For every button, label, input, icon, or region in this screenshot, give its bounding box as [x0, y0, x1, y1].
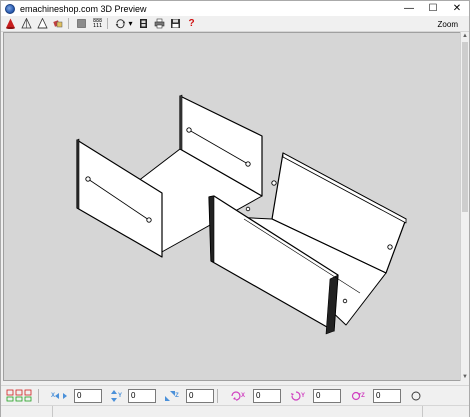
zoom-button[interactable]: Zoom — [435, 18, 461, 30]
preview-window: emachineshop.com 3D Preview — ☐ ✕ 888 11… — [0, 0, 470, 417]
group-separator — [38, 388, 39, 403]
move-x-button[interactable]: X — [46, 389, 72, 403]
reset-group — [401, 387, 423, 405]
materials-view-button[interactable] — [52, 17, 65, 30]
counter-bottom-digits: 111 — [92, 22, 103, 29]
group-separator — [217, 388, 218, 403]
move-y-arrows-icon — [110, 389, 117, 402]
circle-icon — [411, 391, 421, 400]
left-part-back-hole-top — [186, 127, 192, 133]
rotate-z-icon — [352, 391, 362, 400]
left-part-back-wall-edge — [179, 94, 183, 151]
rotate-y-button[interactable]: Y — [285, 389, 311, 403]
rotate-y-input[interactable] — [313, 388, 341, 403]
counter-button[interactable]: 888 111 — [91, 17, 104, 30]
status-pane-main — [1, 406, 53, 417]
rotate-arrows-icon — [115, 19, 126, 29]
maximize-button[interactable]: ☐ — [421, 1, 445, 16]
view-presets-button[interactable] — [5, 389, 35, 403]
window-title: emachineshop.com 3D Preview — [20, 3, 147, 14]
reset-view-button[interactable] — [409, 389, 423, 403]
status-pane-right — [423, 406, 467, 417]
move-z-input[interactable] — [186, 388, 214, 403]
move-z-arrows-icon — [165, 390, 176, 401]
title-bar[interactable]: emachineshop.com 3D Preview — ☐ ✕ — [1, 1, 469, 16]
rotate-z-button[interactable]: Z — [345, 389, 371, 403]
right-part-hole-base-left — [245, 206, 251, 212]
toolbar: 888 111 ▾ ? Zoom — [1, 16, 469, 32]
close-button[interactable]: ✕ — [445, 1, 469, 16]
rotate-z-label: Z — [361, 392, 365, 399]
vertical-scrollbar[interactable]: ▲ ▼ — [460, 32, 469, 381]
rotate-x-icon — [231, 390, 241, 401]
help-button[interactable]: ? — [185, 17, 198, 30]
rotate-z-group: Z — [341, 387, 401, 405]
3d-viewport[interactable] — [3, 32, 461, 381]
left-part-front-hole-top — [85, 176, 91, 182]
left-part-back-hole-bottom — [245, 161, 251, 167]
toolbar-separator — [68, 18, 69, 29]
minimize-button[interactable]: — — [397, 1, 421, 16]
wireframe-cone-icon — [21, 18, 32, 29]
window-controls: — ☐ ✕ — [397, 1, 469, 16]
move-y-label: Y — [117, 392, 122, 399]
hidden-line-cone-icon — [37, 18, 48, 29]
move-y-button[interactable]: Y — [106, 389, 126, 403]
toolbar-separator — [107, 18, 108, 29]
scroll-thumb[interactable] — [462, 42, 468, 212]
rotate-x-label: X — [240, 392, 245, 399]
move-x-input[interactable] — [74, 388, 102, 403]
rotate-button[interactable] — [114, 17, 127, 30]
right-part-front-wall-edge — [208, 195, 215, 263]
rotate-dropdown-button[interactable]: ▾ — [127, 17, 134, 30]
move-z-group: Z — [156, 387, 214, 405]
status-bar — [1, 405, 469, 417]
app-globe-icon[interactable] — [5, 3, 15, 14]
film-strip-icon — [140, 19, 147, 28]
right-part-hole-left — [271, 180, 277, 186]
rotate-z-input[interactable] — [373, 388, 401, 403]
transform-toolbar: X Y Z X — [1, 385, 469, 405]
view-boxes-icon — [6, 389, 32, 402]
rotate-y-group: Y — [281, 387, 341, 405]
move-y-input[interactable] — [128, 388, 156, 403]
move-z-button[interactable]: Z — [160, 389, 184, 403]
move-x-arrows-icon — [55, 392, 67, 399]
wireframe-view-button[interactable] — [20, 17, 33, 30]
3d-model[interactable] — [4, 33, 460, 380]
scroll-down-arrow[interactable]: ▼ — [461, 373, 469, 381]
scroll-up-arrow[interactable]: ▲ — [461, 32, 469, 40]
rotate-x-group: X — [221, 387, 281, 405]
left-part-front-wall-edge — [76, 138, 80, 210]
left-part-front-hole-bottom — [146, 217, 152, 223]
right-part-hole-right — [387, 244, 393, 250]
left-part-front-wall — [76, 139, 163, 258]
save-button[interactable] — [169, 17, 182, 30]
rotate-y-label: Y — [300, 392, 305, 399]
gray-box-icon — [77, 19, 86, 28]
shaded-view-button[interactable] — [4, 17, 17, 30]
status-pane-info — [53, 406, 423, 417]
rotate-x-input[interactable] — [253, 388, 281, 403]
red-cone-icon — [6, 18, 15, 29]
film-button[interactable] — [137, 17, 150, 30]
rotate-y-icon — [290, 390, 301, 401]
move-x-group: X — [42, 387, 102, 405]
gray-box-button[interactable] — [75, 17, 88, 30]
printer-icon — [154, 18, 165, 29]
floppy-disk-icon — [171, 19, 180, 28]
move-z-label: Z — [175, 392, 179, 399]
rotate-x-button[interactable]: X — [225, 389, 251, 403]
view-presets-group — [1, 387, 35, 405]
right-part-hole-base-right — [342, 298, 348, 304]
move-y-group: Y — [102, 387, 156, 405]
materials-icon — [53, 20, 63, 28]
hidden-line-view-button[interactable] — [36, 17, 49, 30]
print-button[interactable] — [153, 17, 166, 30]
